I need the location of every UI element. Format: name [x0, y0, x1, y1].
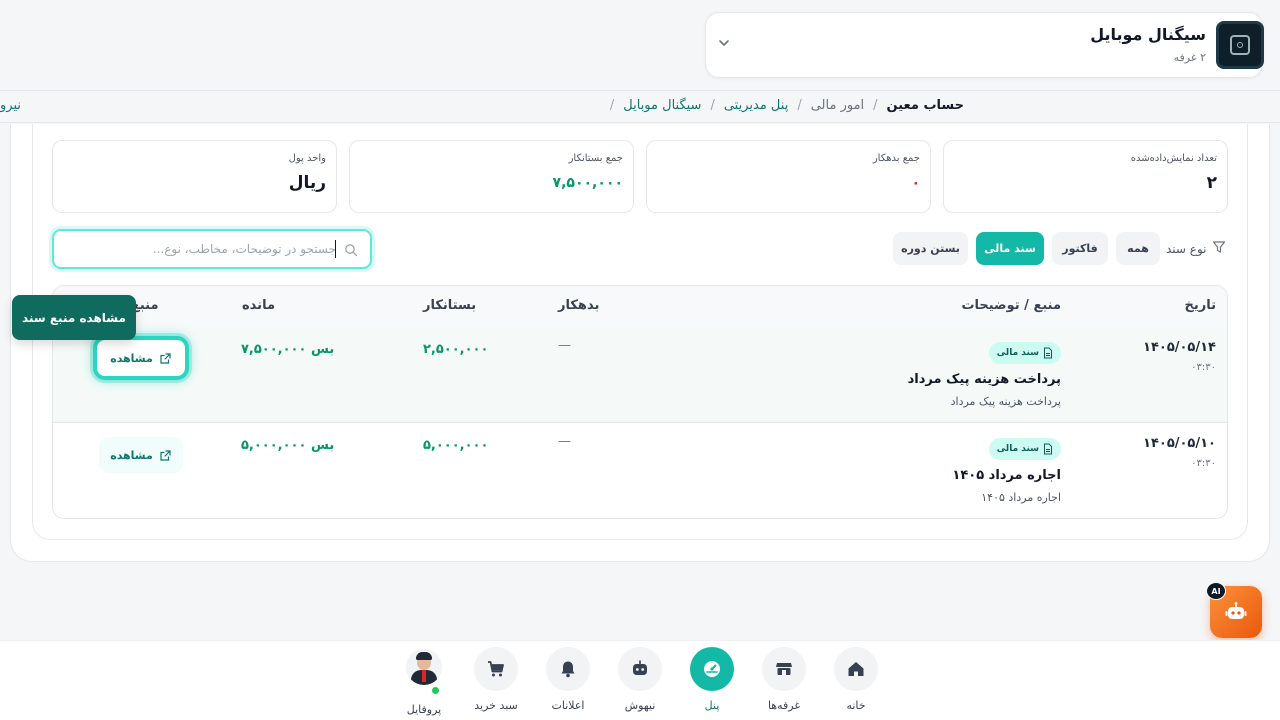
breadcrumb-item-shop[interactable]: سیگنال موبایل — [623, 98, 701, 113]
external-link-icon — [160, 449, 171, 461]
shop-rooms-count: ۲ غرفه — [1173, 51, 1206, 64]
stat-label: تعداد نمایش‌داده‌شده — [1130, 153, 1217, 164]
filter-chip-close-period[interactable]: بستن دوره — [893, 232, 968, 265]
filter-label-text: نوع سند — [1166, 241, 1207, 256]
ai-badge: AI — [1206, 582, 1226, 600]
row-credit: ۵,۰۰۰,۰۰۰ — [423, 438, 489, 453]
nav-label: اعلانات — [551, 699, 585, 712]
filter-icon — [1212, 240, 1226, 257]
user-square-icon — [1230, 35, 1250, 55]
stat-currency: واحد پول ریال — [52, 140, 337, 213]
doc-type-badge: سند مالی — [988, 438, 1061, 460]
nav-label: غرفه‌ها — [767, 699, 801, 712]
row-debit: — — [558, 338, 571, 353]
search-icon — [344, 242, 358, 257]
view-source-button[interactable]: مشاهده — [93, 336, 189, 380]
bell-icon — [546, 647, 590, 691]
robot-icon — [618, 647, 662, 691]
stat-value: ریال — [288, 173, 326, 193]
nav-label: خانه — [846, 699, 866, 712]
bottom-nav: خانه غرفه‌ها پنل نیهوش اعلانات سبد خرید — [0, 640, 1280, 720]
filter-label: نوع سند — [1166, 240, 1226, 257]
document-icon — [1044, 347, 1052, 359]
doc-type-badge: سند مالی — [988, 342, 1061, 364]
filter-chip-all[interactable]: همه — [1116, 232, 1160, 265]
column-header-debit: بدهکار — [558, 298, 600, 313]
search-input[interactable] — [96, 239, 336, 259]
column-header-date: تاریخ — [1184, 298, 1217, 313]
dashboard-gauge-icon — [690, 647, 734, 691]
stat-value: ۷,۵۰۰,۰۰۰ — [552, 175, 623, 191]
column-header-source: منبع / توضیحات — [961, 298, 1061, 313]
nav-home[interactable]: خانه — [826, 647, 886, 717]
shopping-cart-icon — [474, 647, 518, 691]
ai-assistant-button[interactable]: AI — [1206, 582, 1262, 638]
row-time: ۰۳:۳۰ — [1191, 458, 1216, 469]
stat-label: جمع بستانکار — [568, 153, 623, 164]
avatar — [406, 649, 442, 685]
ledger-table: تاریخ منبع / توضیحات بدهکار بستانکار مان… — [52, 285, 1228, 519]
row-balance: بس ۵,۰۰۰,۰۰۰ — [241, 438, 335, 453]
breadcrumb-separator: / — [609, 98, 615, 113]
online-status-dot — [432, 687, 439, 694]
breadcrumb-separator: / — [873, 98, 878, 113]
table-row: ۱۴۰۵/۰۵/۱۰ ۰۳:۳۰ سند مالی اجاره مرداد ۱۴… — [53, 424, 1227, 518]
row-subtitle: پرداخت هزینه پیک مرداد — [950, 395, 1061, 408]
nav-label: سبد خرید — [474, 699, 518, 712]
shop-logo — [1216, 21, 1264, 69]
table-row: ۱۴۰۵/۰۵/۱۴ ۰۳:۳۰ سند مالی پرداخت هزینه پ… — [53, 328, 1227, 423]
breadcrumb-item-root[interactable]: نیرو — [0, 98, 21, 113]
chevron-down-icon[interactable] — [716, 35, 732, 51]
store-icon — [762, 647, 806, 691]
home-icon — [834, 647, 878, 691]
breadcrumb-item-finance[interactable]: امور مالی — [811, 98, 864, 113]
nav-profile[interactable]: پروفایل — [394, 647, 454, 717]
stat-displayed-count: تعداد نمایش‌داده‌شده ۲ — [943, 140, 1228, 213]
external-link-icon — [160, 352, 171, 364]
stat-total-debit: جمع بدهکار ۰ — [646, 140, 931, 213]
stat-value: ۲ — [1206, 173, 1217, 193]
nav-panel[interactable]: پنل — [682, 647, 742, 717]
row-title: پرداخت هزینه پیک مرداد — [907, 372, 1061, 387]
search-box[interactable] — [52, 229, 372, 269]
row-debit: — — [558, 434, 571, 449]
text-cursor — [335, 240, 336, 258]
stat-label: واحد پول — [288, 153, 326, 164]
row-subtitle: اجاره مرداد ۱۴۰۵ — [981, 491, 1061, 504]
robot-icon — [1225, 602, 1247, 619]
view-source-button[interactable]: مشاهده — [99, 437, 183, 473]
breadcrumb-item-current: حساب معین — [886, 98, 964, 113]
table-header: تاریخ منبع / توضیحات بدهکار بستانکار مان… — [53, 286, 1227, 328]
nav-label: نیهوش — [624, 699, 656, 712]
breadcrumb-separator: / — [797, 98, 802, 113]
nav-ai[interactable]: نیهوش — [610, 647, 670, 717]
row-time: ۰۳:۳۰ — [1191, 362, 1216, 373]
document-icon — [1044, 443, 1052, 455]
breadcrumb: حساب معین / امور مالی / پنل مدیریتی / سی… — [610, 98, 964, 113]
view-source-tooltip: مشاهده منبع سند — [12, 295, 136, 340]
nav-label: پروفایل — [406, 703, 442, 716]
row-balance: بس ۷,۵۰۰,۰۰۰ — [241, 342, 335, 357]
nav-label: پنل — [704, 699, 720, 712]
stat-value: ۰ — [911, 175, 920, 191]
row-title: اجاره مرداد ۱۴۰۵ — [952, 468, 1061, 483]
row-date: ۱۴۰۵/۰۵/۱۴ — [1143, 340, 1216, 355]
filter-chip-financial-doc[interactable]: سند مالی — [976, 232, 1044, 265]
row-credit: ۲,۵۰۰,۰۰۰ — [423, 342, 489, 357]
nav-cart[interactable]: سبد خرید — [466, 647, 526, 717]
shop-name: سیگنال موبایل — [1090, 25, 1206, 44]
nav-shops[interactable]: غرفه‌ها — [754, 647, 814, 717]
breadcrumb-bar: نیرو حساب معین / امور مالی / پنل مدیریتی… — [0, 90, 1280, 123]
nav-notifications[interactable]: اعلانات — [538, 647, 598, 717]
row-date: ۱۴۰۵/۰۵/۱۰ — [1143, 436, 1216, 451]
column-header-balance: مانده — [242, 298, 275, 313]
breadcrumb-item-admin-panel[interactable]: پنل مدیریتی — [724, 98, 788, 113]
column-header-credit: بستانکار — [423, 298, 477, 313]
stat-label: جمع بدهکار — [872, 153, 920, 164]
filter-chip-invoice[interactable]: فاکتور — [1052, 232, 1108, 265]
breadcrumb-separator: / — [710, 98, 715, 113]
shop-switcher[interactable]: سیگنال موبایل ۲ غرفه — [705, 12, 1264, 78]
stat-total-credit: جمع بستانکار ۷,۵۰۰,۰۰۰ — [349, 140, 634, 213]
